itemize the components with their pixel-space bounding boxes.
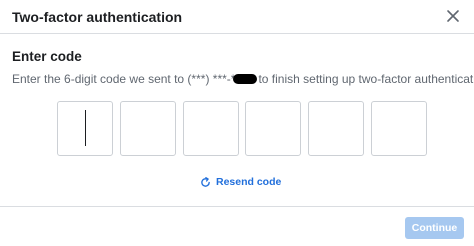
text-cursor bbox=[85, 110, 86, 146]
instruction-text: Enter the 6-digit code we sent to (***) … bbox=[12, 71, 474, 87]
continue-button[interactable]: Continue bbox=[405, 217, 464, 239]
close-button[interactable] bbox=[444, 7, 462, 25]
dialog-footer: Continue bbox=[0, 206, 474, 246]
two-factor-dialog: Two-factor authentication Enter code Ent… bbox=[0, 0, 474, 246]
dialog-title: Two-factor authentication bbox=[12, 9, 183, 25]
resend-code-label: Resend code bbox=[216, 176, 282, 188]
code-digit-4-input[interactable] bbox=[245, 101, 301, 156]
code-input-group bbox=[57, 101, 427, 156]
close-icon bbox=[447, 10, 459, 22]
instruction-text-end: to finish setting up two-factor authenti… bbox=[258, 72, 474, 86]
redaction-mark bbox=[233, 74, 258, 84]
instruction-text-start: Enter the 6-digit code we sent to (***) … bbox=[12, 72, 236, 86]
code-digit-6-input[interactable] bbox=[371, 101, 427, 156]
section-title: Enter code bbox=[12, 49, 82, 64]
code-digit-2-input[interactable] bbox=[120, 101, 176, 156]
dialog-header: Two-factor authentication bbox=[0, 0, 474, 34]
resend-code-link[interactable]: Resend code bbox=[200, 174, 281, 190]
code-digit-3-input[interactable] bbox=[183, 101, 239, 156]
code-digit-5-input[interactable] bbox=[308, 101, 364, 156]
refresh-icon bbox=[201, 176, 210, 187]
